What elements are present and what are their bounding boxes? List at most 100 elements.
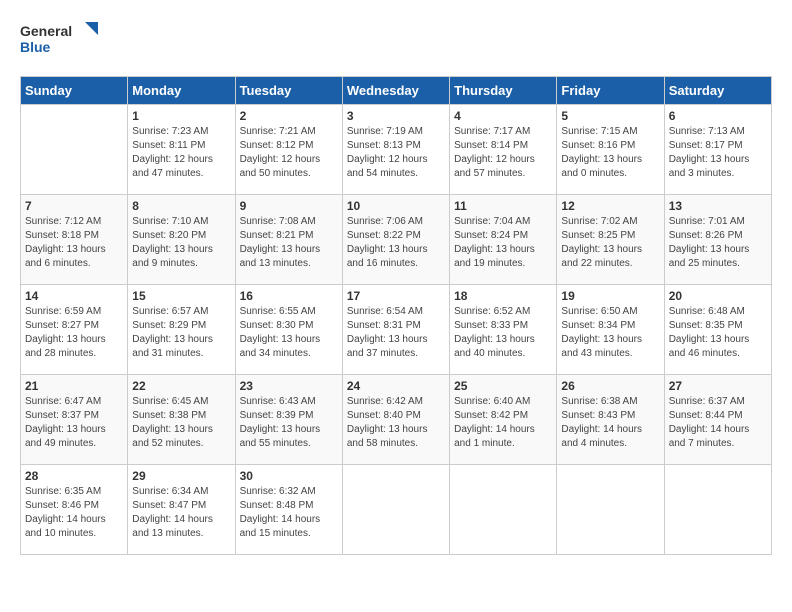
weekday-header-monday: Monday	[128, 77, 235, 105]
day-info: Sunrise: 6:50 AMSunset: 8:34 PMDaylight:…	[561, 305, 659, 361]
weekday-header-tuesday: Tuesday	[235, 77, 342, 105]
calendar-cell: 7 Sunrise: 7:12 AMSunset: 8:18 PMDaylight…	[21, 195, 128, 285]
day-info: Sunrise: 7:21 AMSunset: 8:12 PMDaylight:…	[240, 125, 338, 181]
day-info: Sunrise: 7:10 AMSunset: 8:20 PMDaylight:…	[132, 215, 230, 271]
day-info: Sunrise: 7:13 AMSunset: 8:17 PMDaylight:…	[669, 125, 767, 181]
day-info: Sunrise: 6:38 AMSunset: 8:43 PMDaylight:…	[561, 395, 659, 451]
day-info: Sunrise: 6:40 AMSunset: 8:42 PMDaylight:…	[454, 395, 552, 451]
calendar-cell: 10 Sunrise: 7:06 AMSunset: 8:22 PMDayligh…	[342, 195, 449, 285]
calendar-cell: 14 Sunrise: 6:59 AMSunset: 8:27 PMDayligh…	[21, 285, 128, 375]
weekday-header-sunday: Sunday	[21, 77, 128, 105]
calendar-cell	[342, 465, 449, 555]
day-info: Sunrise: 6:52 AMSunset: 8:33 PMDaylight:…	[454, 305, 552, 361]
calendar-week-row: 1Sunrise: 7:23 AMSunset: 8:11 PMDaylight…	[21, 105, 772, 195]
day-info: Sunrise: 7:15 AMSunset: 8:16 PMDaylight:…	[561, 125, 659, 181]
day-info: Sunrise: 7:04 AMSunset: 8:24 PMDaylight:…	[454, 215, 552, 271]
day-number: 1	[132, 109, 230, 123]
day-number: 23	[240, 379, 338, 393]
calendar-cell	[557, 465, 664, 555]
calendar-cell: 2 Sunrise: 7:21 AMSunset: 8:12 PMDaylight…	[235, 105, 342, 195]
day-number: 7	[25, 199, 123, 213]
calendar-cell: 19 Sunrise: 6:50 AMSunset: 8:34 PMDayligh…	[557, 285, 664, 375]
page-header: General Blue	[20, 20, 772, 60]
day-info: Sunrise: 7:08 AMSunset: 8:21 PMDaylight:…	[240, 215, 338, 271]
calendar-week-row: 7 Sunrise: 7:12 AMSunset: 8:18 PMDaylight…	[21, 195, 772, 285]
day-info: Sunrise: 6:48 AMSunset: 8:35 PMDaylight:…	[669, 305, 767, 361]
day-number: 3	[347, 109, 445, 123]
day-number: 18	[454, 289, 552, 303]
day-number: 21	[25, 379, 123, 393]
day-info: Sunrise: 6:32 AMSunset: 8:48 PMDaylight:…	[240, 485, 338, 541]
day-number: 8	[132, 199, 230, 213]
day-info: Sunrise: 6:43 AMSunset: 8:39 PMDaylight:…	[240, 395, 338, 451]
calendar-cell: 21 Sunrise: 6:47 AMSunset: 8:37 PMDayligh…	[21, 375, 128, 465]
calendar-cell: 4Sunrise: 7:17 AMSunset: 8:14 PMDaylight…	[450, 105, 557, 195]
day-number: 25	[454, 379, 552, 393]
weekday-header-wednesday: Wednesday	[342, 77, 449, 105]
day-number: 6	[669, 109, 767, 123]
calendar-cell: 8 Sunrise: 7:10 AMSunset: 8:20 PMDaylight…	[128, 195, 235, 285]
calendar-cell: 1Sunrise: 7:23 AMSunset: 8:11 PMDaylight…	[128, 105, 235, 195]
day-number: 27	[669, 379, 767, 393]
day-number: 29	[132, 469, 230, 483]
day-info: Sunrise: 6:37 AMSunset: 8:44 PMDaylight:…	[669, 395, 767, 451]
calendar-cell: 22Sunrise: 6:45 AMSunset: 8:38 PMDayligh…	[128, 375, 235, 465]
day-number: 12	[561, 199, 659, 213]
day-number: 30	[240, 469, 338, 483]
weekday-header-row: SundayMondayTuesdayWednesdayThursdayFrid…	[21, 77, 772, 105]
day-info: Sunrise: 7:19 AMSunset: 8:13 PMDaylight:…	[347, 125, 445, 181]
day-number: 28	[25, 469, 123, 483]
day-number: 19	[561, 289, 659, 303]
day-number: 10	[347, 199, 445, 213]
logo: General Blue	[20, 20, 100, 60]
calendar-week-row: 21 Sunrise: 6:47 AMSunset: 8:37 PMDayligh…	[21, 375, 772, 465]
calendar-cell: 26Sunrise: 6:38 AMSunset: 8:43 PMDayligh…	[557, 375, 664, 465]
calendar-cell: 17 Sunrise: 6:54 AMSunset: 8:31 PMDayligh…	[342, 285, 449, 375]
day-info: Sunrise: 6:54 AMSunset: 8:31 PMDaylight:…	[347, 305, 445, 361]
calendar-cell: 16 Sunrise: 6:55 AMSunset: 8:30 PMDayligh…	[235, 285, 342, 375]
calendar-cell: 15 Sunrise: 6:57 AMSunset: 8:29 PMDayligh…	[128, 285, 235, 375]
calendar-week-row: 28 Sunrise: 6:35 AMSunset: 8:46 PMDayligh…	[21, 465, 772, 555]
calendar-cell: 24 Sunrise: 6:42 AMSunset: 8:40 PMDayligh…	[342, 375, 449, 465]
day-number: 9	[240, 199, 338, 213]
calendar-cell	[450, 465, 557, 555]
calendar-cell: 30 Sunrise: 6:32 AMSunset: 8:48 PMDayligh…	[235, 465, 342, 555]
day-number: 22	[132, 379, 230, 393]
day-info: Sunrise: 6:42 AMSunset: 8:40 PMDaylight:…	[347, 395, 445, 451]
svg-text:Blue: Blue	[20, 39, 51, 55]
day-number: 5	[561, 109, 659, 123]
day-info: Sunrise: 6:47 AMSunset: 8:37 PMDaylight:…	[25, 395, 123, 451]
calendar-cell: 23 Sunrise: 6:43 AMSunset: 8:39 PMDayligh…	[235, 375, 342, 465]
calendar-cell	[21, 105, 128, 195]
weekday-header-saturday: Saturday	[664, 77, 771, 105]
day-number: 17	[347, 289, 445, 303]
calendar-cell: 13 Sunrise: 7:01 AMSunset: 8:26 PMDayligh…	[664, 195, 771, 285]
day-info: Sunrise: 7:06 AMSunset: 8:22 PMDaylight:…	[347, 215, 445, 271]
day-info: Sunrise: 6:59 AMSunset: 8:27 PMDaylight:…	[25, 305, 123, 361]
calendar-cell: 5 Sunrise: 7:15 AMSunset: 8:16 PMDaylight…	[557, 105, 664, 195]
day-number: 16	[240, 289, 338, 303]
calendar-cell: 20Sunrise: 6:48 AMSunset: 8:35 PMDayligh…	[664, 285, 771, 375]
calendar-cell: 6 Sunrise: 7:13 AMSunset: 8:17 PMDaylight…	[664, 105, 771, 195]
calendar-cell: 25 Sunrise: 6:40 AMSunset: 8:42 PMDayligh…	[450, 375, 557, 465]
day-info: Sunrise: 6:57 AMSunset: 8:29 PMDaylight:…	[132, 305, 230, 361]
day-number: 24	[347, 379, 445, 393]
day-info: Sunrise: 6:34 AMSunset: 8:47 PMDaylight:…	[132, 485, 230, 541]
logo-svg: General Blue	[20, 20, 100, 60]
weekday-header-thursday: Thursday	[450, 77, 557, 105]
calendar-cell: 3 Sunrise: 7:19 AMSunset: 8:13 PMDaylight…	[342, 105, 449, 195]
calendar-cell: 28 Sunrise: 6:35 AMSunset: 8:46 PMDayligh…	[21, 465, 128, 555]
day-info: Sunrise: 7:12 AMSunset: 8:18 PMDaylight:…	[25, 215, 123, 271]
calendar-cell	[664, 465, 771, 555]
day-number: 13	[669, 199, 767, 213]
calendar-cell: 11 Sunrise: 7:04 AMSunset: 8:24 PMDayligh…	[450, 195, 557, 285]
calendar-cell: 9 Sunrise: 7:08 AMSunset: 8:21 PMDaylight…	[235, 195, 342, 285]
day-info: Sunrise: 7:02 AMSunset: 8:25 PMDaylight:…	[561, 215, 659, 271]
day-number: 11	[454, 199, 552, 213]
day-info: Sunrise: 6:55 AMSunset: 8:30 PMDaylight:…	[240, 305, 338, 361]
day-number: 14	[25, 289, 123, 303]
day-number: 2	[240, 109, 338, 123]
day-info: Sunrise: 6:35 AMSunset: 8:46 PMDaylight:…	[25, 485, 123, 541]
day-info: Sunrise: 7:01 AMSunset: 8:26 PMDaylight:…	[669, 215, 767, 271]
day-number: 15	[132, 289, 230, 303]
